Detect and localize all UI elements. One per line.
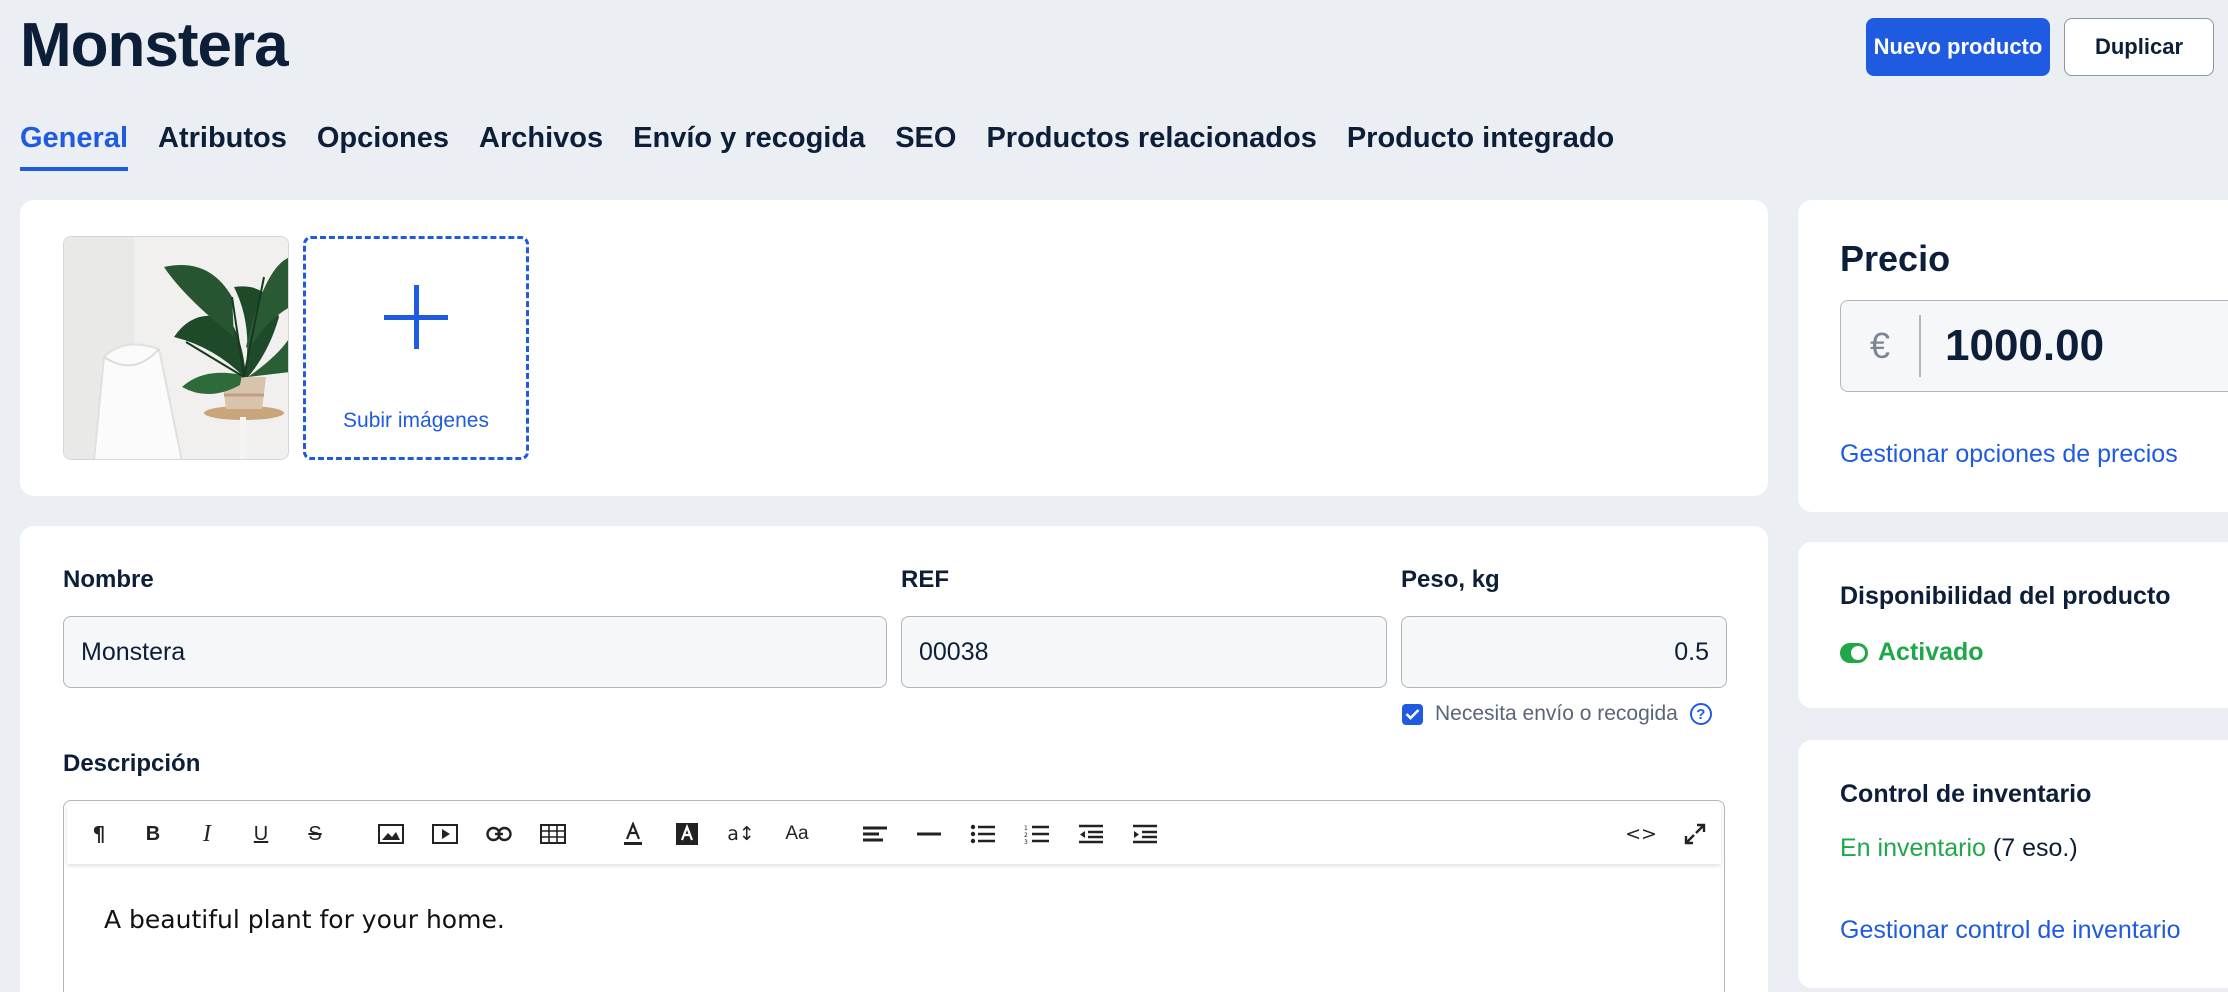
tab-options[interactable]: Opciones <box>317 122 449 171</box>
horizontal-rule-icon[interactable] <box>911 816 947 852</box>
duplicate-button[interactable]: Duplicar <box>2064 18 2214 76</box>
manage-inventory-link[interactable]: Gestionar control de inventario <box>1840 916 2180 945</box>
inventory-status-label: En inventario <box>1840 834 1986 862</box>
price-value: 1000.00 <box>1945 321 2105 370</box>
price-card: Precio € 1000.00 Gestionar opciones de p… <box>1798 200 2228 512</box>
editor-toolbar: ¶ B I U S a↕ Aa 1 2 3 <> <box>67 804 1721 864</box>
indent-icon[interactable] <box>1127 816 1163 852</box>
align-left-icon[interactable] <box>857 816 893 852</box>
link-icon[interactable] <box>481 816 517 852</box>
underline-icon[interactable]: U <box>243 816 279 852</box>
font-size-icon[interactable]: a↕ <box>723 816 759 852</box>
tab-bar: General Atributos Opciones Archivos Enví… <box>20 122 1614 171</box>
currency-separator <box>1919 315 1921 377</box>
weight-input[interactable]: 0.5 <box>1401 616 1727 688</box>
tab-related-products[interactable]: Productos relacionados <box>986 122 1316 171</box>
ref-label: REF <box>901 566 949 593</box>
paragraph-icon[interactable]: ¶ <box>81 816 117 852</box>
checkmark-icon <box>1405 709 1420 720</box>
name-input[interactable]: Monstera <box>63 616 887 688</box>
bullet-list-icon[interactable] <box>965 816 1001 852</box>
new-product-button[interactable]: Nuevo producto <box>1866 18 2050 76</box>
strikethrough-icon[interactable]: S <box>297 816 333 852</box>
inventory-status: En inventario (7 eso.) <box>1840 834 2078 863</box>
video-icon[interactable] <box>427 816 463 852</box>
description-label: Descripción <box>63 750 201 777</box>
code-view-icon[interactable]: <> <box>1623 816 1659 852</box>
tab-general[interactable]: General <box>20 122 128 171</box>
background-color-icon[interactable] <box>669 816 705 852</box>
price-title: Precio <box>1840 238 1951 279</box>
help-icon[interactable]: ? <box>1689 703 1712 725</box>
upload-images-label: Subir imágenes <box>343 409 489 432</box>
shipping-checkbox-label: Necesita envío o recogida <box>1435 702 1678 725</box>
tab-embedded-product[interactable]: Producto integrado <box>1347 122 1614 171</box>
availability-card: Disponibilidad del producto Activado <box>1798 542 2228 708</box>
italic-icon[interactable]: I <box>189 816 225 852</box>
toggle-on-icon[interactable] <box>1840 642 1868 663</box>
outdent-icon[interactable] <box>1073 816 1109 852</box>
weight-label: Peso, kg <box>1401 566 1500 593</box>
currency-symbol: € <box>1869 325 1891 366</box>
monstera-photo <box>64 237 288 459</box>
manage-price-options-link[interactable]: Gestionar opciones de precios <box>1840 440 2178 469</box>
svg-text:1: 1 <box>1024 825 1028 832</box>
bold-icon[interactable]: B <box>135 816 171 852</box>
page-title: Monstera <box>20 11 289 80</box>
table-icon[interactable] <box>535 816 571 852</box>
availability-title: Disponibilidad del producto <box>1840 582 2171 610</box>
tab-seo[interactable]: SEO <box>895 122 956 171</box>
inventory-count: (7 eso.) <box>1992 834 2078 862</box>
inventory-card: Control de inventario En inventario (7 e… <box>1798 740 2228 988</box>
tab-attributes[interactable]: Atributos <box>158 122 287 171</box>
tab-shipping[interactable]: Envío y recogida <box>633 122 865 171</box>
shipping-checkbox[interactable] <box>1402 703 1423 725</box>
font-color-icon[interactable] <box>615 816 651 852</box>
fullscreen-icon[interactable] <box>1677 816 1713 852</box>
availability-status-label: Activado <box>1878 638 1984 666</box>
inventory-title: Control de inventario <box>1840 780 2092 808</box>
description-content[interactable]: A beautiful plant for your home. <box>104 905 505 934</box>
image-icon[interactable] <box>373 816 409 852</box>
product-image-thumbnail[interactable] <box>63 236 289 460</box>
name-label: Nombre <box>63 566 154 593</box>
tab-files[interactable]: Archivos <box>479 122 603 171</box>
svg-text:3: 3 <box>1024 839 1028 844</box>
upload-images-button[interactable]: Subir imágenes <box>303 236 529 460</box>
ref-input[interactable]: 00038 <box>901 616 1387 688</box>
price-input[interactable]: € 1000.00 <box>1840 300 2228 392</box>
shipping-checkbox-row: Necesita envío o recogida ? <box>1402 702 1712 726</box>
plus-icon <box>384 285 448 349</box>
description-editor[interactable]: ¶ B I U S a↕ Aa 1 2 3 <> A beautiful pla… <box>63 800 1725 992</box>
images-card: Subir imágenes <box>20 200 1768 496</box>
availability-status[interactable]: Activado <box>1840 638 1984 667</box>
numbered-list-icon[interactable]: 123 <box>1019 816 1055 852</box>
text-case-icon[interactable]: Aa <box>779 816 815 852</box>
svg-text:2: 2 <box>1024 832 1028 839</box>
